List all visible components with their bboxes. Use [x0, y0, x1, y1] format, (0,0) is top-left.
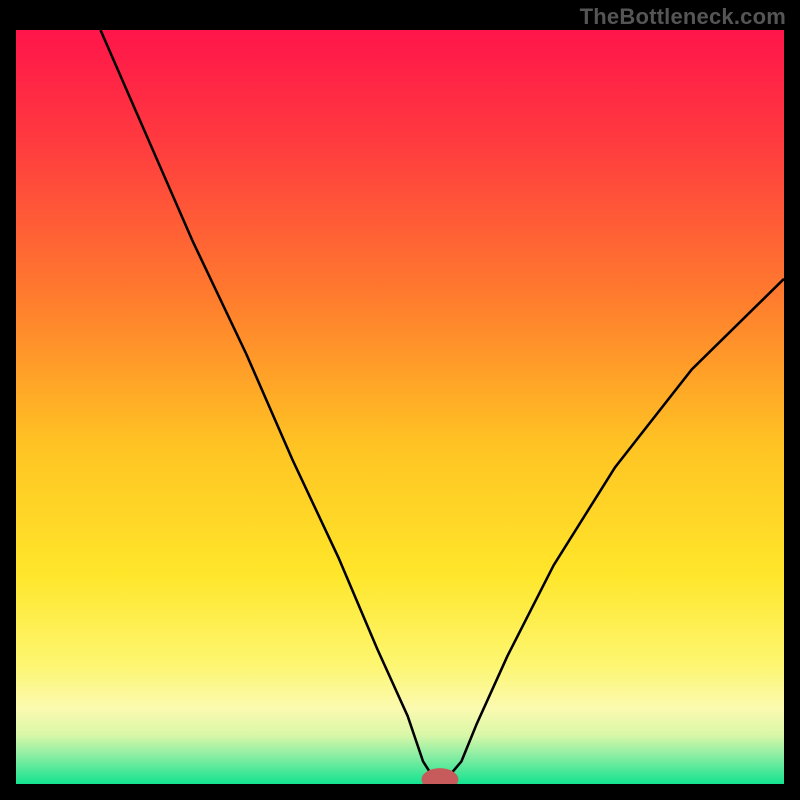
bottleneck-chart	[16, 30, 784, 784]
chart-frame: TheBottleneck.com	[0, 0, 800, 800]
gradient-background	[16, 30, 784, 784]
plot-area	[16, 30, 784, 784]
watermark-text: TheBottleneck.com	[580, 4, 786, 30]
